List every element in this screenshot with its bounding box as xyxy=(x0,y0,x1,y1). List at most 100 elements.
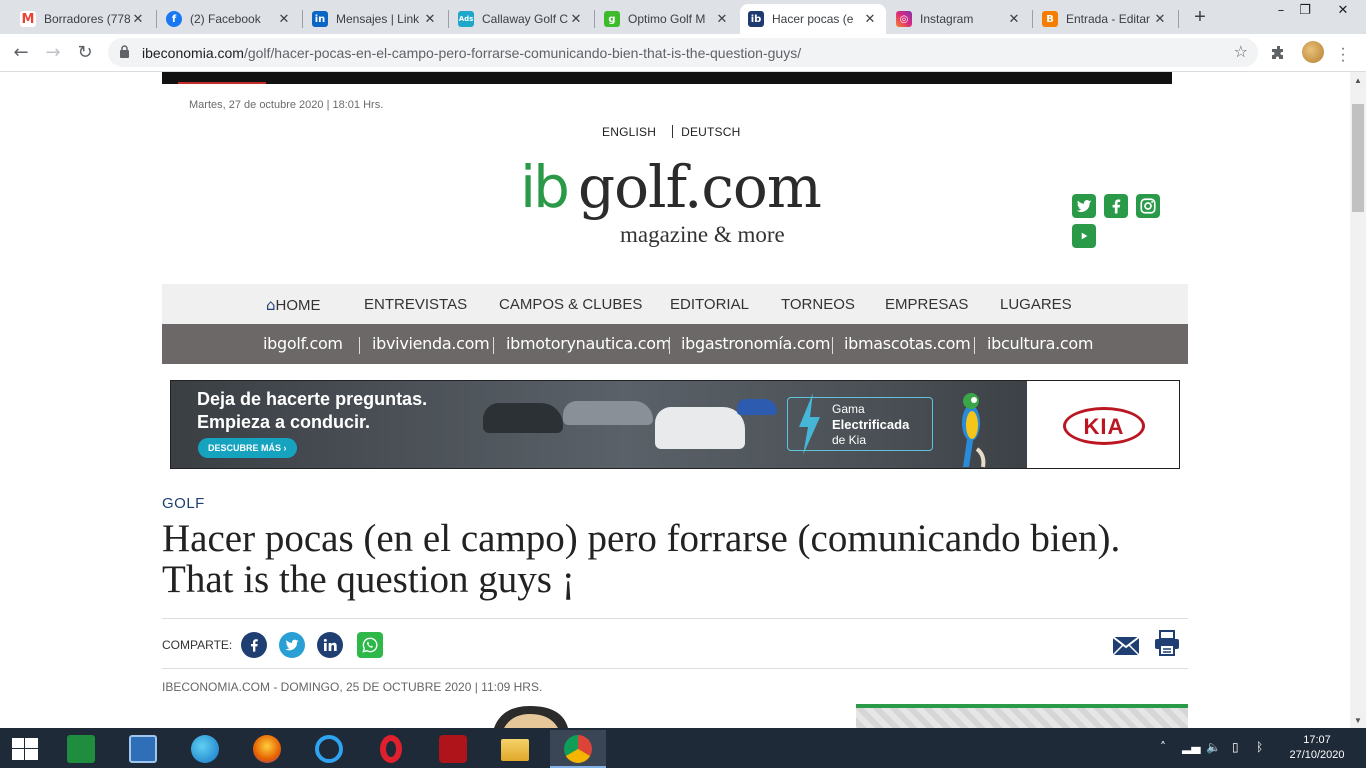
tab-linkedin[interactable]: in Mensajes | Link ✕ xyxy=(304,4,446,34)
address-bar[interactable]: ibeconomia.com/golf/hacer-pocas-en-el-ca… xyxy=(108,38,1258,67)
taskbar-opera[interactable] xyxy=(368,730,412,768)
article-section[interactable]: GOLF xyxy=(162,495,205,512)
site-link-ibgastronomia[interactable]: ibgastronomía.com xyxy=(681,334,830,353)
site-logo[interactable]: ib golf.com magazine & more xyxy=(520,152,830,262)
kia-logo: KIA xyxy=(1063,407,1145,445)
kia-logo-panel: KIA xyxy=(1027,381,1179,468)
windows-taskbar: ˄ ▂▄ 🔈 ▯ ᛒ 17:07 27/10/2020 xyxy=(0,728,1366,768)
ad-gama-box: Gama Electrificada de Kia xyxy=(787,397,933,451)
tab-callaway[interactable]: Ads Callaway Golf C ✕ xyxy=(450,4,592,34)
close-icon[interactable]: ✕ xyxy=(422,11,438,27)
close-icon[interactable]: ✕ xyxy=(276,11,292,27)
tab-hacer-pocas[interactable]: ib Hacer pocas (e ✕ xyxy=(740,4,886,34)
reload-icon[interactable]: ↻ xyxy=(72,40,98,66)
tab-gmail[interactable]: M Borradores (778 ✕ xyxy=(12,4,154,34)
tab-separator xyxy=(156,10,157,28)
tab-label: Instagram xyxy=(920,12,974,26)
nav-home[interactable]: ⌂HOME xyxy=(266,296,321,314)
share-twitter-icon[interactable] xyxy=(279,632,305,658)
extensions-puzzle-icon[interactable] xyxy=(1270,44,1288,62)
ib-icon: ib xyxy=(748,11,764,27)
windows-start-icon[interactable] xyxy=(12,738,38,760)
sidebar-widget xyxy=(856,704,1188,728)
tab-instagram[interactable]: ◎ Instagram ✕ xyxy=(888,4,1030,34)
site-link-ibgolf[interactable]: ibgolf.com xyxy=(263,334,343,353)
bookmark-star-icon[interactable]: ☆ xyxy=(1234,42,1248,61)
site-link-ibmascotas[interactable]: ibmascotas.com xyxy=(844,334,971,353)
taskbar-edge[interactable] xyxy=(182,730,226,768)
battery-icon[interactable]: ▯ xyxy=(1232,740,1239,754)
close-icon[interactable]: ✕ xyxy=(1152,11,1168,27)
system-clock[interactable]: 17:07 27/10/2020 xyxy=(1282,733,1352,763)
tab-label: Borradores (778 xyxy=(44,12,130,26)
kia-ad-banner[interactable]: Deja de hacerte preguntas. Empieza a cond… xyxy=(170,380,1180,469)
taskbar-chrome[interactable] xyxy=(550,730,606,768)
taskbar-power-app[interactable] xyxy=(430,730,474,768)
youtube-icon[interactable] xyxy=(1072,224,1096,248)
network-sites-bar: ibgolf.com ibvivienda.com ibmotorynautic… xyxy=(162,324,1188,364)
car-image xyxy=(655,407,745,449)
back-arrow-icon[interactable]: ← xyxy=(8,40,34,66)
scrollbar-thumb[interactable] xyxy=(1352,104,1364,212)
bluetooth-icon[interactable]: ᛒ xyxy=(1256,740,1263,754)
menu-dots-icon[interactable]: · · · xyxy=(1336,41,1350,69)
ad-cta-button[interactable]: DESCUBRE MÁS › xyxy=(198,438,297,458)
nav-entrevistas[interactable]: ENTREVISTAS xyxy=(364,296,467,313)
taskbar-excel[interactable] xyxy=(58,730,102,768)
nav-lugares[interactable]: LUGARES xyxy=(1000,296,1072,313)
lang-english-link[interactable]: ENGLISH xyxy=(602,125,656,139)
scroll-up-arrow-icon[interactable]: ▲ xyxy=(1354,76,1362,85)
taskbar-firefox[interactable] xyxy=(244,730,288,768)
signal-icon[interactable]: ▂▄ xyxy=(1182,740,1200,754)
twitter-icon[interactable] xyxy=(1072,194,1096,218)
volume-icon[interactable]: 🔈 xyxy=(1206,740,1221,754)
taskbar-internet-explorer[interactable] xyxy=(306,730,350,768)
scroll-down-arrow-icon[interactable]: ▼ xyxy=(1354,716,1362,725)
nav-empresas[interactable]: EMPRESAS xyxy=(885,296,968,313)
article-title: Hacer pocas (en el campo) pero forrarse … xyxy=(162,517,1121,601)
close-icon[interactable]: ✕ xyxy=(568,11,584,27)
site-link-ibvivienda[interactable]: ibvivienda.com xyxy=(372,334,490,353)
site-link-ibmotorynautica[interactable]: ibmotorynautica.com xyxy=(506,334,671,353)
share-whatsapp-icon[interactable] xyxy=(357,632,383,658)
nav-campos-clubes[interactable]: CAMPOS & CLUBES xyxy=(499,296,642,313)
gmail-icon: M xyxy=(20,11,36,27)
taskbar-file-explorer[interactable] xyxy=(492,730,536,768)
tab-blogger[interactable]: B Entrada - Editar ✕ xyxy=(1034,4,1176,34)
lock-icon xyxy=(120,45,129,58)
close-icon[interactable]: ✕ xyxy=(862,11,878,27)
tab-label: Optimo Golf M xyxy=(628,12,706,26)
nav-torneos[interactable]: TORNEOS xyxy=(781,296,855,313)
share-facebook-icon[interactable] xyxy=(241,632,267,658)
tab-facebook[interactable]: f (2) Facebook ✕ xyxy=(158,4,300,34)
close-icon[interactable]: ✕ xyxy=(130,11,146,27)
close-icon[interactable]: ✕ xyxy=(1006,11,1022,27)
g-icon: g xyxy=(604,11,620,27)
url-text: ibeconomia.com/golf/hacer-pocas-en-el-ca… xyxy=(142,45,802,61)
taskbar-control-panel[interactable] xyxy=(120,730,164,768)
tab-optimo-golf[interactable]: g Optimo Golf M ✕ xyxy=(596,4,738,34)
facebook-icon[interactable] xyxy=(1104,194,1128,218)
share-linkedin-icon[interactable] xyxy=(317,632,343,658)
car-image xyxy=(563,401,653,425)
instagram-icon[interactable] xyxy=(1136,194,1160,218)
close-window-button[interactable]: ✕ xyxy=(1320,0,1366,30)
site-link-ibcultura[interactable]: ibcultura.com xyxy=(987,334,1093,353)
nav-editorial[interactable]: EDITORIAL xyxy=(670,296,749,313)
lang-deutsch-link[interactable]: DEUTSCH xyxy=(681,125,740,139)
tray-expand-icon[interactable]: ˄ xyxy=(1160,740,1166,754)
edge-icon xyxy=(191,735,219,763)
close-icon[interactable]: ✕ xyxy=(714,11,730,27)
email-icon[interactable] xyxy=(1112,636,1140,656)
internet-explorer-icon xyxy=(315,735,343,763)
profile-avatar[interactable] xyxy=(1302,41,1324,63)
tab-separator xyxy=(448,10,449,28)
tab-label: Mensajes | Link xyxy=(336,12,420,26)
page-scrollbar[interactable]: ▲ ▼ xyxy=(1350,72,1366,728)
home-icon: ⌂ xyxy=(266,296,276,314)
tab-separator xyxy=(1032,10,1033,28)
forward-arrow-icon[interactable]: → xyxy=(40,40,66,66)
print-icon[interactable] xyxy=(1154,630,1180,656)
new-tab-button[interactable]: + xyxy=(1188,6,1212,30)
tab-label: Callaway Golf C xyxy=(482,12,568,26)
